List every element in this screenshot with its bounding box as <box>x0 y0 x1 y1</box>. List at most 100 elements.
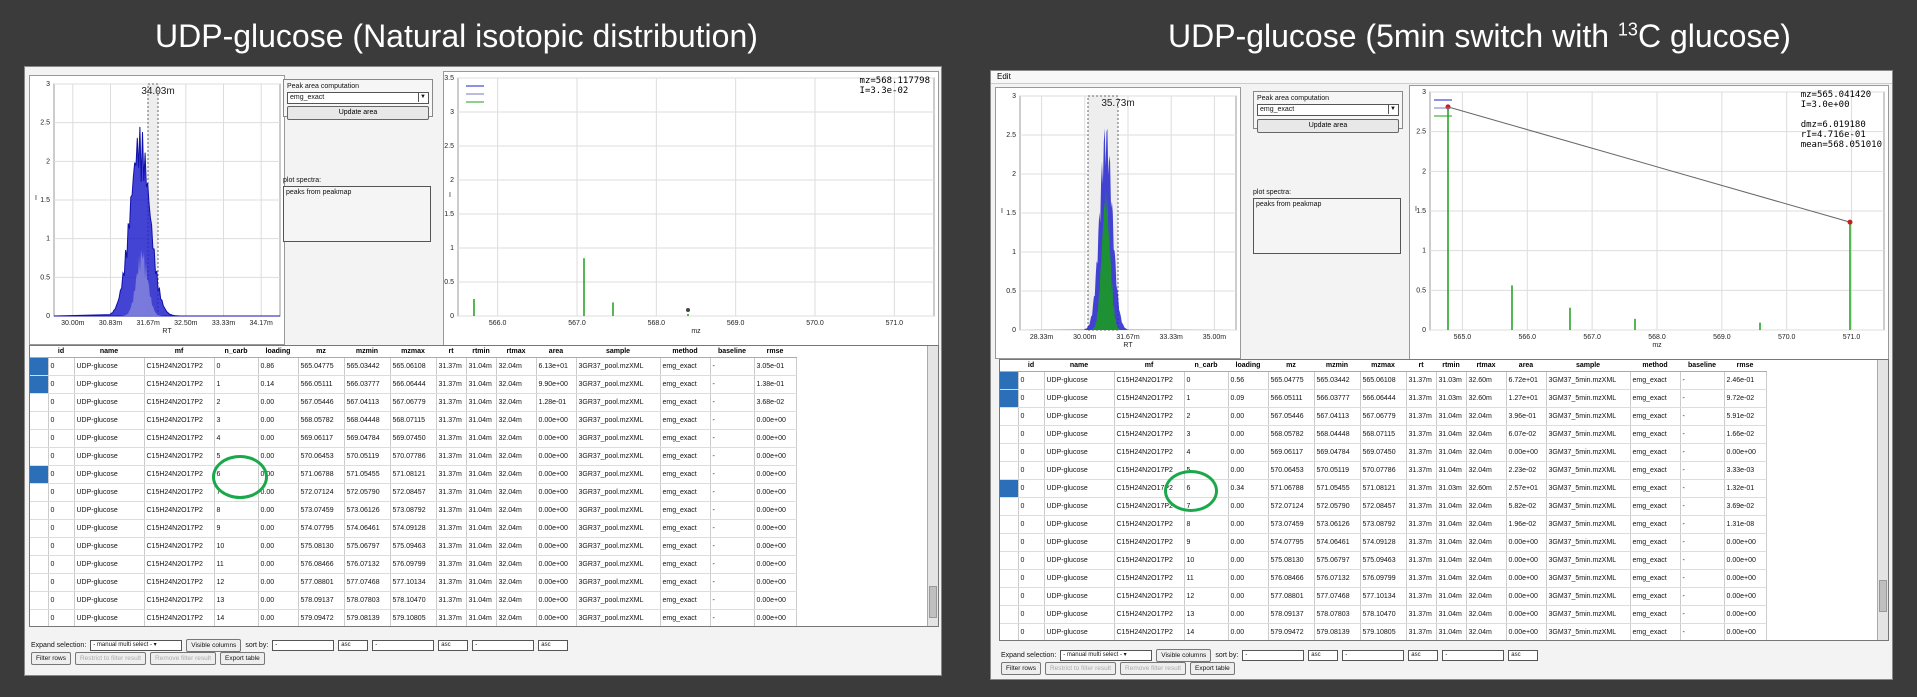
cell-mzmin[interactable]: 566.03777 <box>344 375 391 394</box>
cell-mf[interactable]: C15H24N2O17P2 <box>1114 515 1185 534</box>
row-selector[interactable] <box>30 555 49 574</box>
cell-area[interactable]: 0.00e+00 <box>536 501 577 520</box>
cell-sample[interactable]: 3GM37_5min.mzXML <box>1546 587 1631 606</box>
row-selector[interactable] <box>30 447 49 466</box>
cell-n_carb[interactable]: 14 <box>214 609 259 626</box>
filter-rows-button[interactable]: Filter rows <box>1001 662 1041 675</box>
cell-id[interactable]: 0 <box>48 501 75 520</box>
cell-rt[interactable]: 31.37m <box>1406 461 1437 480</box>
cell-sample[interactable]: 3GM37_5min.mzXML <box>1546 551 1631 570</box>
cell-rtmin[interactable]: 31.04m <box>466 375 497 394</box>
cell-mzmax[interactable]: 567.06779 <box>390 393 437 412</box>
restrict-filter-button[interactable]: Restrict to filter result <box>74 652 147 665</box>
cell-method[interactable]: emg_exact <box>660 465 711 484</box>
row-selector[interactable] <box>30 429 49 448</box>
cell-rmse[interactable]: 3.69e-02 <box>1724 497 1767 516</box>
remove-filter-button[interactable]: Remove filter result <box>1120 662 1187 675</box>
cell-loading[interactable]: 0.09 <box>1228 389 1269 408</box>
cell-mzmin[interactable]: 565.03442 <box>1314 371 1361 390</box>
column-header-rtmax[interactable]: rtmax <box>496 346 536 358</box>
cell-rmse[interactable]: 0.00e+00 <box>1724 605 1767 624</box>
sort-order-1[interactable]: asc <box>1308 650 1339 661</box>
table-row[interactable]: 0 UDP-glucose C15H24N2O17P2 5 0.00 570.06453 5… <box>30 447 797 466</box>
cell-baseline[interactable]: - <box>710 357 755 376</box>
cell-rmse[interactable]: 2.46e-01 <box>1724 371 1767 390</box>
cell-mf[interactable]: C15H24N2O17P2 <box>144 537 215 556</box>
right-peak-table[interactable]: id name mf n_carb loading mz mzmin mzmax rt rtmin… <box>999 359 1889 641</box>
cell-area[interactable]: 0.00e+00 <box>536 555 577 574</box>
cell-rtmax[interactable]: 32.04m <box>1466 623 1507 640</box>
cell-mf[interactable]: C15H24N2O17P2 <box>144 375 215 394</box>
cell-method[interactable]: emg_exact <box>660 357 711 376</box>
cell-mzmin[interactable]: 565.03442 <box>344 357 391 376</box>
row-selector[interactable] <box>1000 551 1019 570</box>
table-row[interactable]: 0 UDP-glucose C15H24N2O17P2 8 0.00 573.07459 5… <box>30 501 797 520</box>
cell-method[interactable]: emg_exact <box>660 519 711 538</box>
cell-mzmax[interactable]: 577.10134 <box>1360 587 1407 606</box>
cell-rmse[interactable]: 0.00e+00 <box>754 537 797 556</box>
cell-mzmax[interactable]: 578.10470 <box>1360 605 1407 624</box>
cell-rtmin[interactable]: 31.04m <box>1436 605 1467 624</box>
cell-mzmax[interactable]: 566.06444 <box>390 375 437 394</box>
cell-n_carb[interactable]: 9 <box>214 519 259 538</box>
cell-loading[interactable]: 0.00 <box>1228 515 1269 534</box>
cell-name[interactable]: UDP-glucose <box>1044 389 1115 408</box>
cell-mzmin[interactable]: 571.05455 <box>344 465 391 484</box>
cell-mf[interactable]: C15H24N2O17P2 <box>1114 533 1185 552</box>
table-row[interactable]: 0 UDP-glucose C15H24N2O17P2 3 0.00 568.05782 5… <box>30 411 797 430</box>
column-header-sample[interactable]: sample <box>576 346 660 358</box>
cell-n_carb[interactable]: 13 <box>1184 605 1229 624</box>
menu-edit[interactable]: Edit <box>997 72 1011 81</box>
cell-rtmin[interactable]: 31.04m <box>1436 407 1467 426</box>
row-selector[interactable] <box>1000 623 1019 640</box>
cell-rtmax[interactable]: 32.04m <box>1466 425 1507 444</box>
cell-mzmin[interactable]: 574.06461 <box>344 519 391 538</box>
cell-mf[interactable]: C15H24N2O17P2 <box>144 501 215 520</box>
cell-method[interactable]: emg_exact <box>1630 461 1681 480</box>
cell-sample[interactable]: 3GM37_5min.mzXML <box>1546 533 1631 552</box>
row-selector[interactable] <box>1000 461 1019 480</box>
column-header-loading[interactable]: loading <box>1228 360 1268 372</box>
cell-name[interactable]: UDP-glucose <box>1044 479 1115 498</box>
table-row[interactable]: 0 UDP-glucose C15H24N2O17P2 10 0.00 575.08130… <box>30 537 797 556</box>
cell-rt[interactable]: 31.37m <box>436 591 467 610</box>
row-selector[interactable] <box>30 537 49 556</box>
cell-method[interactable]: emg_exact <box>660 429 711 448</box>
cell-rmse[interactable]: 0.00e+00 <box>754 465 797 484</box>
cell-rtmax[interactable]: 32.04m <box>496 519 537 538</box>
cell-n_carb[interactable]: 3 <box>1184 425 1229 444</box>
update-area-button[interactable]: Update area <box>1257 119 1399 133</box>
column-header-mz[interactable]: mz <box>1268 360 1314 372</box>
cell-n_carb[interactable]: 9 <box>1184 533 1229 552</box>
cell-mz[interactable]: 578.09137 <box>1268 605 1315 624</box>
cell-rtmax[interactable]: 32.04m <box>496 609 537 626</box>
cell-method[interactable]: emg_exact <box>1630 407 1681 426</box>
cell-rtmax[interactable]: 32.60m <box>1466 389 1507 408</box>
cell-mz[interactable]: 577.08801 <box>298 573 345 592</box>
cell-sample[interactable]: 3GR37_pool.mzXML <box>576 501 661 520</box>
cell-name[interactable]: UDP-glucose <box>74 483 145 502</box>
table-row[interactable]: 0 UDP-glucose C15H24N2O17P2 8 0.00 573.07459 5… <box>1000 515 1767 534</box>
cell-mzmax[interactable]: 565.06108 <box>390 357 437 376</box>
row-selector[interactable] <box>30 357 49 376</box>
cell-loading[interactable]: 0.00 <box>1228 407 1269 426</box>
cell-mzmax[interactable]: 577.10134 <box>390 573 437 592</box>
cell-sample[interactable]: 3GR37_pool.mzXML <box>576 447 661 466</box>
expand-selection-select[interactable]: - manual multi select - ▾ <box>90 640 183 651</box>
column-header-sample[interactable]: sample <box>1546 360 1630 372</box>
cell-mz[interactable]: 572.07124 <box>1268 497 1315 516</box>
cell-rt[interactable]: 31.37m <box>1406 443 1437 462</box>
cell-id[interactable]: 0 <box>1018 587 1045 606</box>
cell-n_carb[interactable]: 10 <box>1184 551 1229 570</box>
cell-mzmax[interactable]: 572.08457 <box>390 483 437 502</box>
cell-id[interactable]: 0 <box>1018 479 1045 498</box>
cell-loading[interactable]: 0.00 <box>1228 443 1269 462</box>
column-header-area[interactable]: area <box>536 346 576 358</box>
cell-area[interactable]: 0.00e+00 <box>536 573 577 592</box>
cell-sample[interactable]: 3GM37_5min.mzXML <box>1546 515 1631 534</box>
cell-baseline[interactable]: - <box>710 447 755 466</box>
cell-method[interactable]: emg_exact <box>1630 497 1681 516</box>
cell-id[interactable]: 0 <box>1018 515 1045 534</box>
cell-rtmin[interactable]: 31.04m <box>1436 569 1467 588</box>
table-row[interactable]: 0 UDP-glucose C15H24N2O17P2 1 0.09 566.05111 5… <box>1000 389 1767 408</box>
